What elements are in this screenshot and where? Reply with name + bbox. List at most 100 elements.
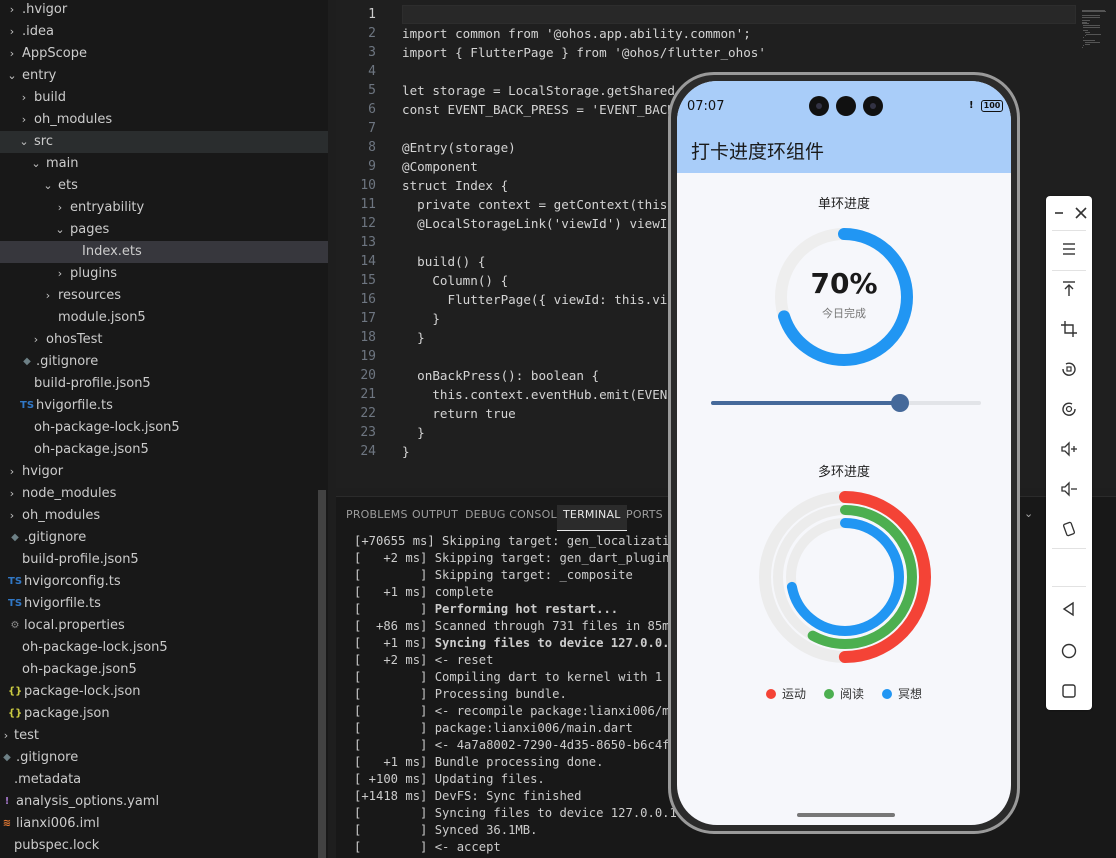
tree-item[interactable]: ◆ .gitignore xyxy=(0,747,328,769)
tab-ports[interactable]: PORTS xyxy=(626,505,663,531)
tree-item[interactable]: pubspec.lock xyxy=(0,835,328,857)
volume-down-button[interactable] xyxy=(1056,476,1082,502)
code-line[interactable]: this.context.eventHub.emit(EVEN xyxy=(402,385,667,404)
tree-item[interactable]: oh-package-lock.json5 xyxy=(0,637,328,659)
tree-item[interactable]: ⌄ ets xyxy=(0,175,328,197)
menu-button[interactable] xyxy=(1056,236,1082,262)
tree-item[interactable]: build-profile.json5 xyxy=(0,549,328,571)
tree-item[interactable]: › .hvigor xyxy=(0,0,328,21)
code-line[interactable]: import { FlutterPage } from '@ohos/flutt… xyxy=(402,43,766,62)
tree-item[interactable]: module.json5 xyxy=(0,307,328,329)
terminal-timestamp: [ +1 ms] xyxy=(354,755,428,769)
tree-item-label: main xyxy=(46,156,79,171)
code-line[interactable]: @LocalStorageLink('viewId') viewI xyxy=(402,214,667,233)
tree-item[interactable]: ⌄ pages xyxy=(0,219,328,241)
back-button[interactable] xyxy=(1056,596,1082,622)
tree-item[interactable]: › .idea xyxy=(0,21,328,43)
tab-terminal[interactable]: TERMINAL xyxy=(557,505,627,531)
code-line[interactable]: } xyxy=(402,309,440,328)
tree-item[interactable]: ◆ .gitignore xyxy=(0,527,328,549)
code-line[interactable]: import common from '@ohos.app.ability.co… xyxy=(402,24,751,43)
tree-item-label: oh-package.json5 xyxy=(34,442,149,457)
code-line[interactable]: const EVENT_BACK_PRESS = 'EVENT_BACK xyxy=(402,100,675,119)
tree-item[interactable]: ⌄ main xyxy=(0,153,328,175)
tree-item[interactable]: › test xyxy=(0,725,328,747)
screenshot-button[interactable] xyxy=(1056,396,1082,422)
line-number: 3 xyxy=(368,45,376,60)
file-icon: ◆ xyxy=(3,752,11,763)
explorer-scrollbar[interactable] xyxy=(318,490,326,858)
terminal-text: Scanned through 731 files in 85ms xyxy=(427,619,677,633)
progress-slider[interactable] xyxy=(711,394,981,412)
home-button[interactable] xyxy=(1056,638,1082,664)
line-number: 5 xyxy=(368,83,376,98)
tree-item[interactable]: ! analysis_options.yaml xyxy=(0,791,328,813)
tree-item[interactable]: › ohosTest xyxy=(0,329,328,351)
slider-thumb[interactable] xyxy=(891,394,909,412)
tree-item[interactable]: {} package-lock.json xyxy=(0,681,328,703)
tree-item[interactable]: › oh_modules xyxy=(0,505,328,527)
tree-item-label: node_modules xyxy=(22,486,117,501)
tree-item[interactable]: › AppScope xyxy=(0,43,328,65)
tree-item[interactable]: ⚙ local.properties xyxy=(0,615,328,637)
tree-item[interactable]: › plugins xyxy=(0,263,328,285)
tree-item-label: hvigorconfig.ts xyxy=(24,574,121,589)
code-line[interactable]: } xyxy=(402,328,425,347)
tree-item[interactable]: TS hvigorfile.ts xyxy=(0,395,328,417)
tree-item[interactable]: oh-package.json5 xyxy=(0,659,328,681)
tree-item[interactable]: › build xyxy=(0,87,328,109)
tab-output[interactable]: OUTPUT xyxy=(412,505,458,531)
tree-item[interactable]: › hvigor xyxy=(0,461,328,483)
chevron-down-icon[interactable]: ⌄ xyxy=(1024,507,1033,520)
tree-item[interactable]: › node_modules xyxy=(0,483,328,505)
crop-button[interactable] xyxy=(1056,316,1082,342)
tree-item-label: oh_modules xyxy=(22,508,101,523)
tree-item[interactable]: › entryability xyxy=(0,197,328,219)
chevron-right-icon: › xyxy=(9,509,15,522)
tree-item[interactable]: ◆ .gitignore xyxy=(0,351,328,373)
code-line[interactable]: private context = getContext(this xyxy=(402,195,667,214)
tree-item[interactable]: build-profile.json5 xyxy=(0,373,328,395)
code-line[interactable]: @Component xyxy=(402,157,478,176)
tree-item-label: Index.ets xyxy=(82,244,142,259)
tree-item[interactable]: .metadata xyxy=(0,769,328,791)
code-line[interactable]: return true xyxy=(402,404,515,423)
tree-item[interactable]: › resources xyxy=(0,285,328,307)
rotate-button[interactable] xyxy=(1056,356,1082,382)
volume-up-button[interactable] xyxy=(1056,436,1082,462)
recent-apps-button[interactable] xyxy=(1056,678,1082,704)
tree-item[interactable]: {} package.json xyxy=(0,703,328,725)
tree-item[interactable]: oh-package.json5 xyxy=(0,439,328,461)
pin-top-button[interactable] xyxy=(1056,276,1082,302)
terminal-line: [ +1 ms] Syncing files to device 127.0.0… xyxy=(354,635,684,652)
tree-item[interactable]: › oh_modules xyxy=(0,109,328,131)
minimap-line xyxy=(1086,33,1101,35)
line-number: 19 xyxy=(360,349,376,364)
close-button[interactable] xyxy=(1068,200,1094,226)
code-line[interactable]: @Entry(storage) xyxy=(402,138,516,157)
tree-item[interactable]: ⌄ entry xyxy=(0,65,328,87)
minimap[interactable] xyxy=(1082,8,1108,49)
phone-screen[interactable]: 07:07 ! 100 打卡进度环组件 单环进度 70% 今日完成 多环进度 运… xyxy=(677,81,1011,825)
code-line[interactable]: FlutterPage({ viewId: this.vi xyxy=(402,290,667,309)
terminal-timestamp: [ ] xyxy=(354,823,428,837)
shake-button[interactable] xyxy=(1056,516,1082,542)
code-line[interactable]: let storage = LocalStorage.getShared xyxy=(402,81,675,100)
code-line[interactable]: build() { xyxy=(402,252,485,271)
terminal-text: Skipping target: gen_localizatio xyxy=(434,534,677,548)
tab-problems[interactable]: PROBLEMS xyxy=(346,505,408,531)
tree-item[interactable]: oh-package-lock.json5 xyxy=(0,417,328,439)
tree-item[interactable]: TS hvigorconfig.ts xyxy=(0,571,328,593)
home-indicator[interactable] xyxy=(797,813,895,817)
tab-debug-console[interactable]: DEBUG CONSOLE xyxy=(465,505,564,531)
tree-item[interactable]: ⌄ src xyxy=(0,131,328,153)
code-line[interactable]: onBackPress(): boolean { xyxy=(402,366,599,385)
code-line[interactable]: Column() { xyxy=(402,271,508,290)
code-line[interactable]: struct Index { xyxy=(402,176,508,195)
tree-item[interactable]: TS hvigorfile.ts xyxy=(0,593,328,615)
pin-top-icon xyxy=(1063,281,1075,296)
tree-item[interactable]: ≋ lianxi006.iml xyxy=(0,813,328,835)
code-line[interactable]: } xyxy=(402,442,410,461)
tree-item[interactable]: Index.ets xyxy=(0,241,328,263)
code-line[interactable]: } xyxy=(402,423,425,442)
